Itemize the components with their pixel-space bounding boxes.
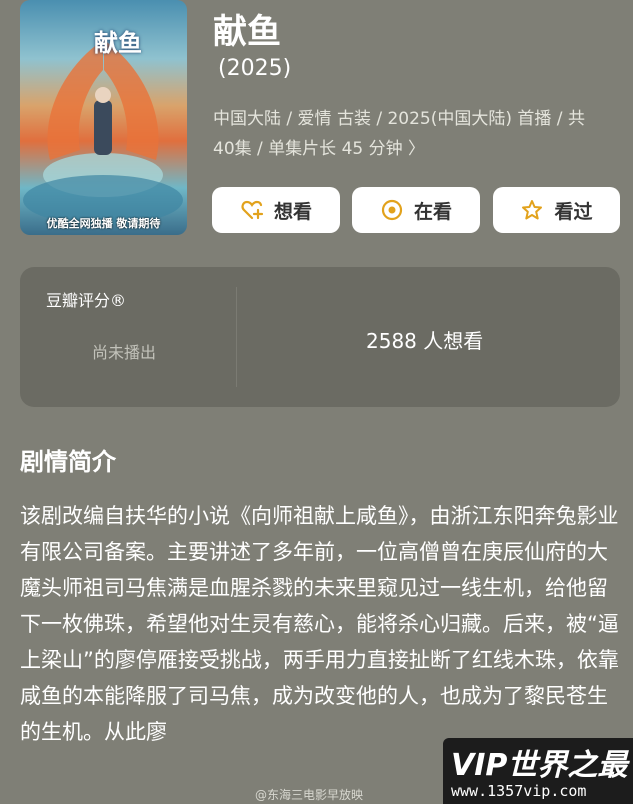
watched-button[interactable]: 看过 xyxy=(493,187,620,233)
want-to-watch-button[interactable]: 想看 xyxy=(212,187,340,233)
douban-rating-label: 豆瓣评分® xyxy=(46,291,127,310)
rating-divider xyxy=(236,287,237,387)
want-count: 2588 人想看 xyxy=(366,329,484,353)
show-title: 献鱼 xyxy=(213,12,281,52)
watermark-brand: VIP世界之最 xyxy=(451,748,628,783)
want-to-watch-label: 想看 xyxy=(273,200,312,223)
poster-caption: 优酷全网独播 敬请期待 xyxy=(46,217,161,230)
heart-plus-icon xyxy=(240,198,264,222)
meta-line: 40集 / 单集片长 45 分钟 〉 xyxy=(213,139,426,159)
site-watermark: VIP世界之最 www.1357vip.com xyxy=(443,738,633,804)
star-icon xyxy=(520,198,544,222)
watching-label: 在看 xyxy=(413,200,452,223)
meta-line: 中国大陆 / 爱情 古装 / 2025(中国大陆) 首播 / 共 xyxy=(213,109,585,129)
poster-image[interactable]: 献鱼 优酷全网独播 敬请期待 xyxy=(20,0,187,235)
watched-label: 看过 xyxy=(554,200,593,223)
circle-dot-icon xyxy=(380,198,404,222)
rating-card[interactable]: 豆瓣评分® 尚未播出 2588 人想看 xyxy=(20,267,620,407)
watermark-url: www.1357vip.com xyxy=(451,782,587,800)
watching-button[interactable]: 在看 xyxy=(352,187,480,233)
synopsis-title: 剧情简介 xyxy=(20,448,116,476)
show-year: (2025) xyxy=(218,56,292,81)
rating-status: 尚未播出 xyxy=(92,343,157,362)
poster-title: 献鱼 xyxy=(94,28,142,57)
watermark-credit: @东海三电影早放映 xyxy=(255,788,364,802)
show-meta[interactable]: 中国大陆 / 爱情 古装 / 2025(中国大陆) 首播 / 共 40集 / 单… xyxy=(213,104,613,164)
